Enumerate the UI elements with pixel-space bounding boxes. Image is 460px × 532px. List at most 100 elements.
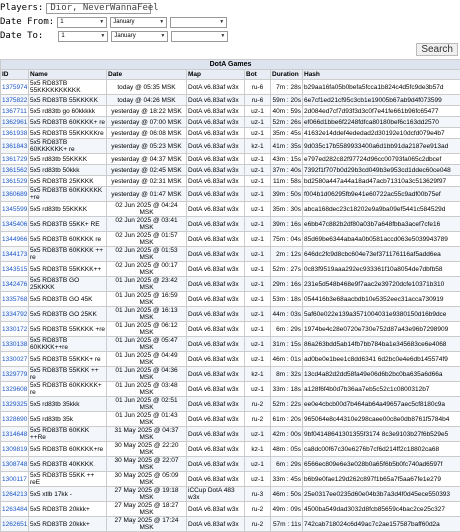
- date-to-month-select[interactable]: January▼: [111, 31, 168, 42]
- game-id-link[interactable]: 1262651: [1, 517, 29, 532]
- table-row[interactable]: 13357685x5 RD83TB GO 45K01 Jun 2025 @ 16…: [1, 292, 460, 307]
- table-row[interactable]: 13087485x5 RD83TB 40KKKK30 May 2025 @ 22…: [1, 457, 460, 472]
- game-date: 30 May 2025 @ 22:20 MSK: [107, 442, 187, 457]
- game-id-link[interactable]: 1335768: [1, 292, 29, 307]
- game-duration: 52m : 27s: [271, 262, 303, 277]
- table-row[interactable]: 13618435x5 RD83TB 60KKKKKK+ reyesterday …: [1, 139, 460, 154]
- table-row[interactable]: 13098195x5 RD83TB 60KKKK+re30 May 2025 @…: [1, 442, 460, 457]
- game-hash: 41632e14ddef4ededad2d30192e10dcfd079e4b7: [303, 128, 460, 139]
- table-row[interactable]: 13615295x5 RD83TB 25KKKKyesterday @ 02:3…: [1, 176, 460, 187]
- game-id-link[interactable]: 1330172: [1, 322, 29, 337]
- col-header-name[interactable]: Name: [29, 70, 107, 80]
- game-id-link[interactable]: 1367711: [1, 106, 29, 117]
- date-from-year-select[interactable]: ▼: [170, 17, 227, 28]
- game-id-link[interactable]: 1308748: [1, 457, 29, 472]
- game-hash: 6e7cf1ed21cf95c3cb1e19005b67ab9d4f073599: [303, 95, 460, 106]
- col-header-id[interactable]: ID: [1, 70, 29, 80]
- table-row[interactable]: 13301385x5 RD83TB 60KKKK++re01 Jun 2025 …: [1, 337, 460, 352]
- game-id-link[interactable]: 1329779: [1, 367, 29, 382]
- game-id-link[interactable]: 1345406: [1, 217, 29, 232]
- date-to-day-select[interactable]: 1▼: [58, 31, 108, 42]
- game-id-link[interactable]: 1309819: [1, 442, 29, 457]
- table-row[interactable]: 13455995x5 rd83tb 55KKKK02 Jun 2025 @ 04…: [1, 202, 460, 217]
- col-header-map[interactable]: Map: [187, 70, 245, 80]
- date-from-month-select[interactable]: January▼: [110, 17, 167, 28]
- col-header-date[interactable]: Date: [107, 70, 187, 80]
- game-name: 5x5 RD83TB 55KK ++ reE: [29, 472, 107, 487]
- table-row[interactable]: 13001175x5 RD83TB 55KK ++ reE30 May 2025…: [1, 472, 460, 487]
- chevron-down-icon: ▼: [220, 33, 225, 39]
- game-id-link[interactable]: 1375974: [1, 80, 29, 95]
- game-bot: uz-1: [245, 165, 271, 176]
- date-to-year-select[interactable]: ▼: [171, 31, 228, 42]
- game-hash: a128f6f4b0d7b36aa7eb5c52c1c0800312b7: [303, 382, 460, 397]
- game-id-link[interactable]: 1328690: [1, 412, 29, 427]
- game-id-link[interactable]: 1361562: [1, 165, 29, 176]
- game-id-link[interactable]: 1361729: [1, 154, 29, 165]
- table-row[interactable]: 13424765x5 RD83TB GO 25KKKK01 Jun 2025 @…: [1, 277, 460, 292]
- game-name: 5x5 rd83tb 55KKKK: [29, 202, 107, 217]
- table-row[interactable]: 13435155x5 RD83TB 55KKKK++02 Jun 2025 @ …: [1, 262, 460, 277]
- table-row[interactable]: 13296085x5 RD83TB 60KKKKK+ re01 Jun 2025…: [1, 382, 460, 397]
- game-id-link[interactable]: 1264213: [1, 487, 29, 502]
- table-row[interactable]: 13441735x5 RD83TB 60KKKK ++ re02 Jun 202…: [1, 247, 460, 262]
- game-name: 5x5 RD83TB GO 25KKKK: [29, 277, 107, 292]
- game-id-link[interactable]: 1345599: [1, 202, 29, 217]
- col-header-duration[interactable]: Duration: [271, 70, 303, 80]
- game-id-link[interactable]: 1360689: [1, 187, 29, 202]
- table-row[interactable]: 13454065x5 RD83TB 55KK+ RE02 Jun 2025 @ …: [1, 217, 460, 232]
- game-id-link[interactable]: 1375822: [1, 95, 29, 106]
- table-row[interactable]: 13300275x5 RD83TB 55KKK+ re01 Jun 2025 @…: [1, 352, 460, 367]
- players-input[interactable]: Dior, NeverWannaFeel: [46, 3, 151, 14]
- game-id-link[interactable]: 1329608: [1, 382, 29, 397]
- table-row[interactable]: 13759745x5 RD83TB 55KKKKKKKKKKtoday @ 05…: [1, 80, 460, 95]
- game-name: 5x5 xtlb 17kk -: [29, 487, 107, 502]
- game-id-link[interactable]: 1361529: [1, 176, 29, 187]
- game-name: 5x5 RD83TB 25KKKK: [29, 176, 107, 187]
- game-date: 01 Jun 2025 @ 01:43 MSK: [107, 412, 187, 427]
- table-row[interactable]: 13629615x5 RD83TB 60KKKK+ reyesterday @ …: [1, 117, 460, 128]
- col-header-hash[interactable]: Hash: [303, 70, 460, 80]
- game-id-link[interactable]: 1330027: [1, 352, 29, 367]
- game-id-link[interactable]: 1362961: [1, 117, 29, 128]
- table-row[interactable]: 13449665x5 RD83TB 60KKKK re02 Jun 2025 @…: [1, 232, 460, 247]
- game-date: 02 Jun 2025 @ 04:24 MSK: [107, 202, 187, 217]
- game-id-link[interactable]: 1330138: [1, 337, 29, 352]
- game-id-link[interactable]: 1300117: [1, 472, 29, 487]
- game-map: iCCup DotA 483 w3x: [187, 487, 245, 502]
- game-duration: 35m : 45s: [271, 128, 303, 139]
- game-duration: 46m : 01s: [271, 352, 303, 367]
- game-id-link[interactable]: 1314648: [1, 427, 29, 442]
- game-id-link[interactable]: 1361938: [1, 128, 29, 139]
- table-row[interactable]: 13297795x5 RD83TB 55KKK ++ re01 Jun 2025…: [1, 367, 460, 382]
- table-row[interactable]: 13286905x5 rd83tb 35k01 Jun 2025 @ 01:43…: [1, 412, 460, 427]
- game-id-link[interactable]: 1344966: [1, 232, 29, 247]
- table-row[interactable]: 13617295x5 rd83tb 55KKKKyesterday @ 04:3…: [1, 154, 460, 165]
- game-id-link[interactable]: 1263484: [1, 502, 29, 517]
- table-row[interactable]: 13619385x5 RD83TB 55KKKKKreyesterday @ 0…: [1, 128, 460, 139]
- table-row[interactable]: 13677115x5 rd83tb go 60kkkkkyesterday @ …: [1, 106, 460, 117]
- game-id-link[interactable]: 1343515: [1, 262, 29, 277]
- table-body: 13759745x5 RD83TB 55KKKKKKKKKKtoday @ 05…: [1, 80, 460, 532]
- table-row[interactable]: 13758225x5 RD83TB 55KKKKKtoday @ 04:26 M…: [1, 95, 460, 106]
- game-id-link[interactable]: 1344173: [1, 247, 29, 262]
- table-row[interactable]: 13293255x5 rd83tb 35kkk01 Jun 2025 @ 02:…: [1, 397, 460, 412]
- game-id-link[interactable]: 1329325: [1, 397, 29, 412]
- table-row[interactable]: 13347925x5 RD83TB GO 25KK01 Jun 2025 @ 1…: [1, 307, 460, 322]
- search-button[interactable]: Search: [416, 43, 458, 56]
- table-row[interactable]: 13606895x5 RD83TB 60KKKKKK +reyesterday …: [1, 187, 460, 202]
- game-id-link[interactable]: 1361843: [1, 139, 29, 154]
- table-row[interactable]: 13615625x5 rd83tb 50kkkyesterday @ 02:45…: [1, 165, 460, 176]
- table-row[interactable]: 13146485x5 RD83TB 60KKK ++Re31 May 2025 …: [1, 427, 460, 442]
- col-header-bot[interactable]: Bot: [245, 70, 271, 80]
- game-id-link[interactable]: 1342476: [1, 277, 29, 292]
- table-row[interactable]: 13301725x5 RD83TB 55KKKK +re01 Jun 2025 …: [1, 322, 460, 337]
- date-from-row: Date From: 1▼ January▼ ▼: [0, 15, 227, 29]
- table-row[interactable]: 12626515x5 RD83TB 20kkk+27 May 2025 @ 17…: [1, 517, 460, 532]
- table-row[interactable]: 12634845x5 RD83TB 20kkk+27 May 2025 @ 18…: [1, 502, 460, 517]
- games-table: DotA Games ID Name Date Map Bot Duration…: [0, 59, 460, 532]
- date-from-day-select[interactable]: 1▼: [57, 17, 107, 28]
- game-date: 02 Jun 2025 @ 00:17 MSK: [107, 262, 187, 277]
- table-row[interactable]: 12642135x5 xtlb 17kk -27 May 2025 @ 19:1…: [1, 487, 460, 502]
- game-id-link[interactable]: 1334792: [1, 307, 29, 322]
